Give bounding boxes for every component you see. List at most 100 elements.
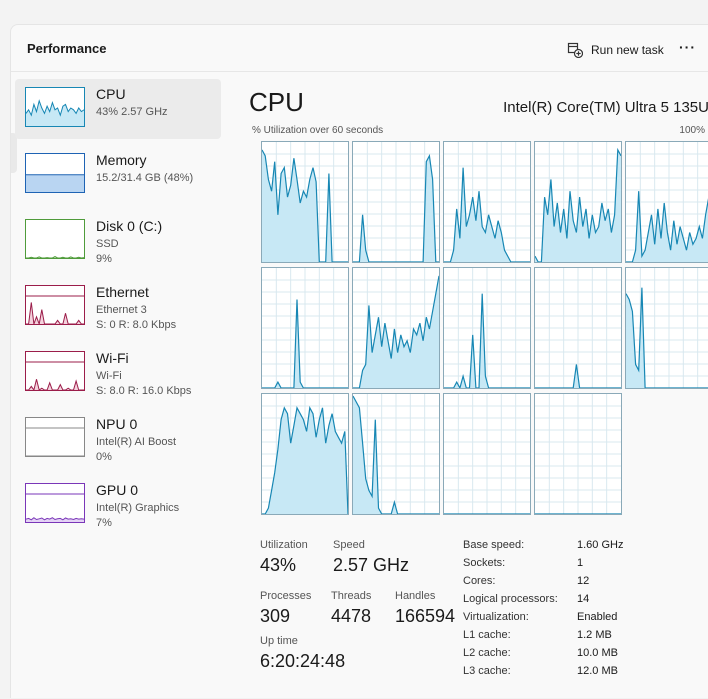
sidebar-item-detail: Intel(R) AI Boost bbox=[96, 436, 177, 448]
core-utilization-chart bbox=[444, 394, 530, 514]
thumbnail-area bbox=[26, 174, 84, 192]
logical-processor-graph bbox=[352, 267, 440, 389]
sidebar-item-npu[interactable]: NPU 0 Intel(R) AI Boost 0% bbox=[15, 409, 221, 469]
uptime-value: 6:20:24:48 bbox=[260, 651, 346, 671]
core-utilization-chart bbox=[262, 268, 348, 388]
ethernet-thumbnail-graph bbox=[25, 285, 85, 325]
sidebar-item-detail: S: 0 R: 8.0 Kbps bbox=[96, 319, 177, 331]
core-utilization-chart bbox=[353, 268, 439, 388]
memory-thumbnail-graph bbox=[25, 153, 85, 193]
logical-processor-graph bbox=[534, 267, 622, 389]
sidebar-item-label: Wi-Fi bbox=[96, 350, 129, 366]
thumbnail-line bbox=[26, 302, 84, 324]
speed-label: Speed bbox=[333, 539, 365, 551]
spec-label: Virtualization: bbox=[463, 611, 529, 623]
core-utilization-chart bbox=[535, 142, 621, 262]
sidebar-item-detail: SSD bbox=[96, 238, 119, 250]
uptime-label: Up time bbox=[260, 635, 298, 647]
spec-value: 1.2 MB bbox=[577, 629, 612, 641]
logical-processor-graph bbox=[261, 141, 349, 263]
spec-label: Base speed: bbox=[463, 539, 525, 551]
logical-processor-graph bbox=[352, 393, 440, 515]
sidebar-item-detail: S: 8.0 R: 16.0 Kbps bbox=[96, 385, 192, 397]
sidebar-item-wifi[interactable]: Wi-Fi Wi-Fi S: 8.0 R: 16.0 Kbps bbox=[15, 343, 221, 403]
cpu-thumbnail-graph bbox=[25, 87, 85, 127]
logical-processor-graph bbox=[625, 141, 708, 263]
spec-label: Logical processors: bbox=[463, 593, 558, 605]
npu-thumbnail-graph bbox=[25, 417, 85, 457]
cpu-stats: Utilization 43% Speed 2.57 GHz Processes… bbox=[249, 539, 708, 699]
sidebar-item-gpu[interactable]: GPU 0 Intel(R) Graphics 7% bbox=[15, 475, 221, 535]
core-utilization-chart bbox=[444, 142, 530, 262]
sidebar-item-label: GPU 0 bbox=[96, 482, 139, 498]
sidebar-item-label: NPU 0 bbox=[96, 416, 138, 432]
sidebar-item-detail: 9% bbox=[96, 253, 112, 265]
utilization-area bbox=[626, 287, 708, 388]
resource-title: CPU bbox=[249, 87, 304, 117]
sidebar-item-label: Memory bbox=[96, 152, 147, 168]
core-utilization-chart bbox=[444, 268, 530, 388]
speed-value: 2.57 GHz bbox=[333, 555, 410, 575]
sidebar-item-disk[interactable]: Disk 0 (C:) SSD 9% bbox=[15, 211, 221, 271]
spec-value: 12.0 MB bbox=[577, 665, 618, 677]
gpu-thumbnail-graph bbox=[25, 483, 85, 523]
wifi-thumbnail-graph bbox=[25, 351, 85, 391]
utilization-graph-caption: % Utilization over 60 seconds bbox=[252, 125, 384, 136]
sidebar-item-detail: 43% 2.57 GHz bbox=[96, 106, 168, 118]
spec-value: Enabled bbox=[577, 611, 618, 623]
page-title: Performance bbox=[27, 41, 107, 56]
cpu-model-name: Intel(R) Core(TM) Ultra 5 135U bbox=[503, 99, 708, 116]
logical-processor-graph bbox=[625, 267, 708, 389]
page-header: Performance Run new task ··· bbox=[11, 25, 708, 72]
spec-value: 14 bbox=[577, 593, 590, 605]
sidebar-item-detail: 15.2/31.4 GB (48%) bbox=[96, 172, 194, 184]
sidebar-item-detail: Wi-Fi bbox=[96, 370, 122, 382]
sidebar-item-ethernet[interactable]: Ethernet Ethernet 3 S: 0 R: 8.0 Kbps bbox=[15, 277, 221, 337]
logical-processor-graph bbox=[534, 141, 622, 263]
logical-processor-graphs bbox=[249, 141, 708, 521]
processes-label: Processes bbox=[260, 590, 312, 602]
sidebar-item-detail: Ethernet 3 bbox=[96, 304, 147, 316]
sidebar-item-detail: Intel(R) Graphics bbox=[96, 502, 180, 514]
core-utilization-chart bbox=[353, 394, 439, 514]
thumbnail-area bbox=[26, 100, 84, 126]
core-utilization-chart bbox=[626, 142, 708, 262]
logical-processor-graph bbox=[352, 141, 440, 263]
logical-processor-graph bbox=[443, 141, 531, 263]
sidebar-item-memory[interactable]: Memory 15.2/31.4 GB (48%) bbox=[15, 145, 221, 205]
spec-label: L1 cache: bbox=[463, 629, 511, 641]
core-utilization-chart bbox=[535, 394, 621, 514]
sidebar-item-label: CPU bbox=[96, 86, 126, 102]
spec-value: 10.0 MB bbox=[577, 647, 618, 659]
run-new-task-button[interactable]: Run new task bbox=[567, 39, 664, 61]
core-utilization-chart bbox=[535, 268, 621, 388]
spec-label: Sockets: bbox=[463, 557, 506, 569]
more-options-button[interactable]: ··· bbox=[679, 39, 696, 55]
processes-value: 309 bbox=[260, 606, 291, 626]
core-utilization-chart bbox=[626, 268, 708, 388]
sidebar-item-label: Ethernet bbox=[96, 284, 149, 300]
logical-processor-graph bbox=[261, 393, 349, 515]
resource-sidebar: CPU 43% 2.57 GHz Memory 15.2/31.4 GB (48%)… bbox=[15, 79, 221, 541]
logical-processor-graph bbox=[261, 267, 349, 389]
core-utilization-chart bbox=[353, 142, 439, 262]
sidebar-item-label: Disk 0 (C:) bbox=[96, 218, 163, 234]
run-task-icon bbox=[567, 42, 583, 58]
spec-label: L3 cache: bbox=[463, 665, 511, 677]
run-new-task-label: Run new task bbox=[591, 43, 664, 57]
logical-processor-graph bbox=[443, 393, 531, 515]
logical-processor-graph bbox=[443, 267, 531, 389]
spec-value: 1.60 GHz bbox=[577, 539, 624, 551]
spec-value: 12 bbox=[577, 575, 590, 587]
handles-value: 166594 bbox=[395, 606, 456, 626]
spec-value: 1 bbox=[577, 557, 584, 569]
utilization-value: 43% bbox=[260, 555, 297, 575]
spec-label: L2 cache: bbox=[463, 647, 511, 659]
spec-label: Cores: bbox=[463, 575, 496, 587]
core-utilization-chart bbox=[262, 142, 348, 262]
task-manager-window: Performance Run new task ··· CPU 43% 2.57… bbox=[10, 24, 708, 698]
core-utilization-chart bbox=[262, 394, 348, 514]
threads-value: 4478 bbox=[331, 606, 372, 626]
sidebar-item-detail: 0% bbox=[96, 451, 112, 463]
sidebar-item-cpu[interactable]: CPU 43% 2.57 GHz bbox=[15, 79, 221, 139]
